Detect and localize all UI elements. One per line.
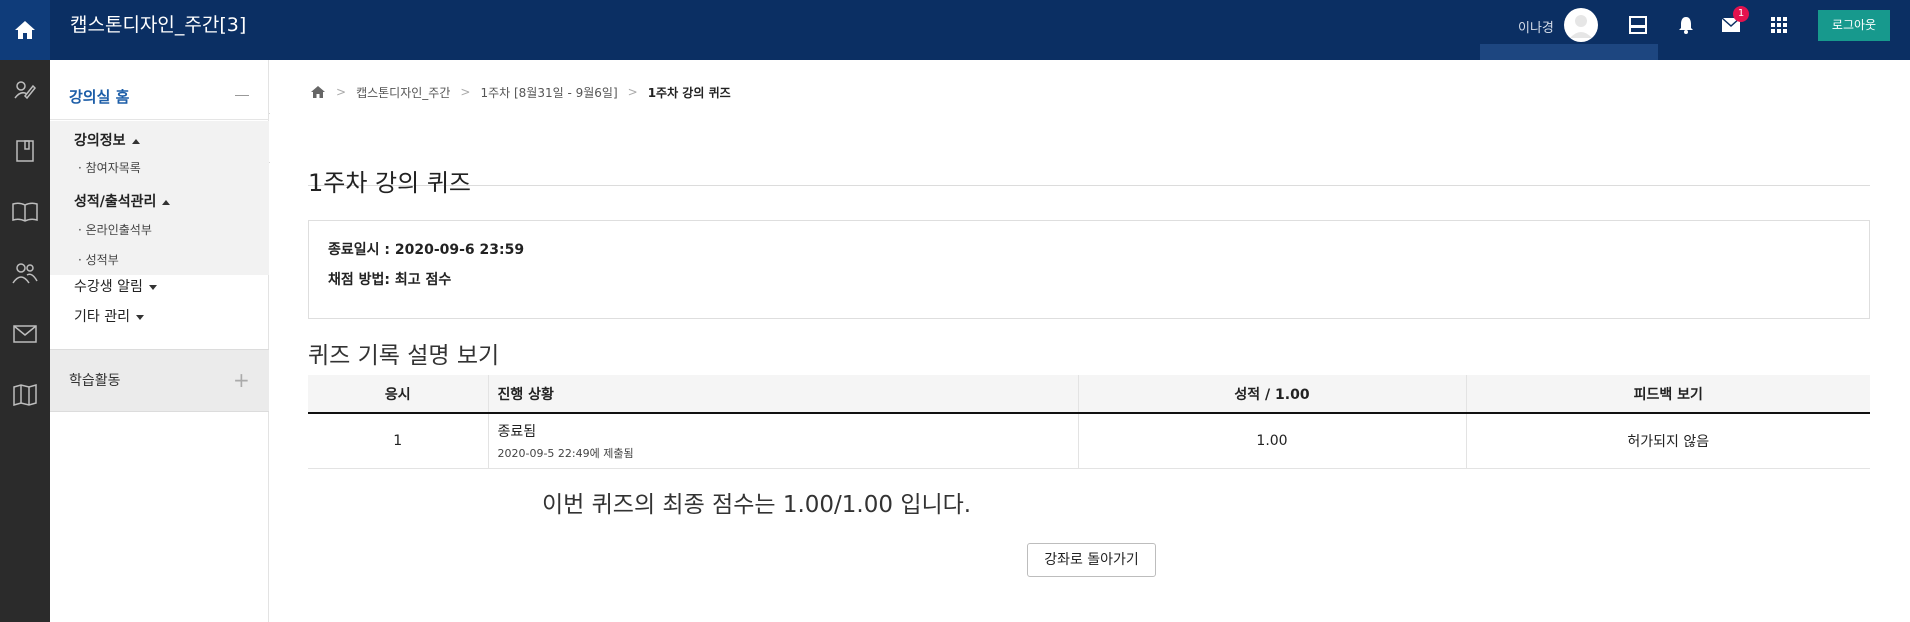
caret-up-icon [162,199,171,205]
table-header-row: 응시 진행 상황 성적 / 1.00 피드백 보기 [308,375,1870,414]
divider [308,185,1870,186]
attempt-feedback: 허가되지 않음 [1466,413,1870,469]
attempt-grade: 1.00 [1078,413,1467,469]
tooltip-ghost [1480,44,1658,60]
sidebar-item-gradebook[interactable]: · 성적부 [78,251,119,268]
sidebar-activities[interactable]: 학습활동 + [50,349,269,412]
column-header-feedback: 피드백 보기 [1466,375,1870,414]
sidebar-item-label: 수강생 알림 [74,279,143,295]
people-icon[interactable] [8,256,42,290]
attempt-number: 1 [308,413,489,469]
table-row: 1 종료됨 2020-09-5 22:49에 제출됨 1.00 허가되지 않음 [308,413,1870,469]
notebook-icon[interactable] [8,134,42,168]
attempt-state-cell: 종료됨 2020-09-5 22:49에 제출됨 [488,413,1079,469]
sidebar-item-participants[interactable]: · 참여자목록 [78,159,141,176]
sidebar-section-grades: 성적/출석관리 · 온라인출석부 · 성적부 [50,183,269,275]
main-content: > 캡스톤디자인_주간 > 1주차 [8월31일 - 9월6일] > 1주차 강… [270,60,1910,622]
breadcrumb-current: 1주차 강의 퀴즈 [647,85,731,100]
bell-icon[interactable] [1674,13,1698,37]
edit-icon[interactable] [8,73,42,107]
breadcrumb-week[interactable]: 1주차 [8월31일 - 9월6일] [480,84,617,101]
avatar[interactable] [1564,8,1598,42]
message-count-badge: 1 [1733,6,1749,22]
left-icon-rail [0,60,50,622]
breadcrumb-separator: > [336,85,347,99]
home-icon[interactable] [310,85,326,99]
quiz-grading-method: 채점 방법: 최고 점수 [328,272,452,288]
top-navbar: 캡스톤디자인_주간[3] 이나경 1 로그아웃 [0,0,1910,60]
minus-icon[interactable] [235,95,249,96]
sidebar-section-course-info: 강의정보 · 참여자목록 [50,121,269,183]
quiz-info-box: 종료일시 : 2020-09-6 23:59 채점 방법: 최고 점수 [308,220,1870,319]
sidebar-item-label: 성적/출석관리 [74,194,157,210]
envelope-icon[interactable] [8,317,42,351]
page-title: 1주차 강의 퀴즈 [308,169,472,197]
attempts-section-title: 퀴즈 기록 설명 보기 [308,343,500,369]
open-book-icon[interactable] [8,195,42,229]
breadcrumb-separator: > [460,85,471,99]
column-header-attempt: 응시 [308,375,489,414]
breadcrumb-separator: > [627,85,638,99]
sidebar-item-course-info[interactable]: 강의정보 [74,130,140,150]
plus-icon[interactable]: + [233,370,250,390]
caret-up-icon [131,138,140,144]
sidebar-item-label: 기타 관리 [74,309,130,325]
column-header-state: 진행 상황 [488,375,1079,414]
site-title[interactable]: 캡스톤디자인_주간[3] [70,10,246,37]
sidebar-item-label: 온라인출석부 [85,223,152,237]
logout-button[interactable]: 로그아웃 [1818,10,1890,41]
column-header-grade: 성적 / 1.00 [1078,375,1467,414]
course-sidebar: 강의실 홈 강의정보 · 참여자목록 성적/출석관리 · 온라인출석부 · 성적… [50,60,269,622]
sidebar-item-other-management[interactable]: 기타 관리 [74,306,144,326]
sidebar-item-label: 성적부 [85,253,119,267]
sidebar-item-student-alerts[interactable]: 수강생 알림 [74,276,157,296]
sidebar-home-label[interactable]: 강의실 홈 [69,86,129,107]
sidebar-item-label: 강의정보 [74,133,126,149]
caret-down-icon [135,314,144,320]
sidebar-item-online-attendance[interactable]: · 온라인출석부 [78,221,152,238]
caret-down-icon [148,284,157,290]
attempt-state: 종료됨 [497,423,537,440]
quiz-close-time: 종료일시 : 2020-09-6 23:59 [328,242,525,258]
attempt-submitted-time: 2020-09-5 22:49에 제출됨 [497,446,634,460]
sidebar-activities-label: 학습활동 [69,373,121,389]
sidebar-home[interactable]: 강의실 홈 [50,70,269,120]
breadcrumb-course[interactable]: 캡스톤디자인_주간 [356,84,450,101]
back-to-course-button[interactable]: 강좌로 돌아가기 [1027,543,1156,577]
final-score-text: 이번 퀴즈의 최종 점수는 1.00/1.00 입니다. [542,492,972,518]
breadcrumb: > 캡스톤디자인_주간 > 1주차 [8월31일 - 9월6일] > 1주차 강… [310,82,731,102]
map-icon[interactable] [8,378,42,412]
layout-icon[interactable] [1626,13,1650,37]
apps-grid-icon[interactable] [1767,13,1791,37]
home-button[interactable] [0,0,50,60]
sidebar-item-grades[interactable]: 성적/출석관리 [74,191,171,211]
attempts-table: 응시 진행 상황 성적 / 1.00 피드백 보기 1 종료됨 2020-09-… [308,375,1870,469]
user-name[interactable]: 이나경 [1518,17,1554,36]
home-icon [15,21,35,39]
sidebar-item-label: 참여자목록 [85,161,141,175]
